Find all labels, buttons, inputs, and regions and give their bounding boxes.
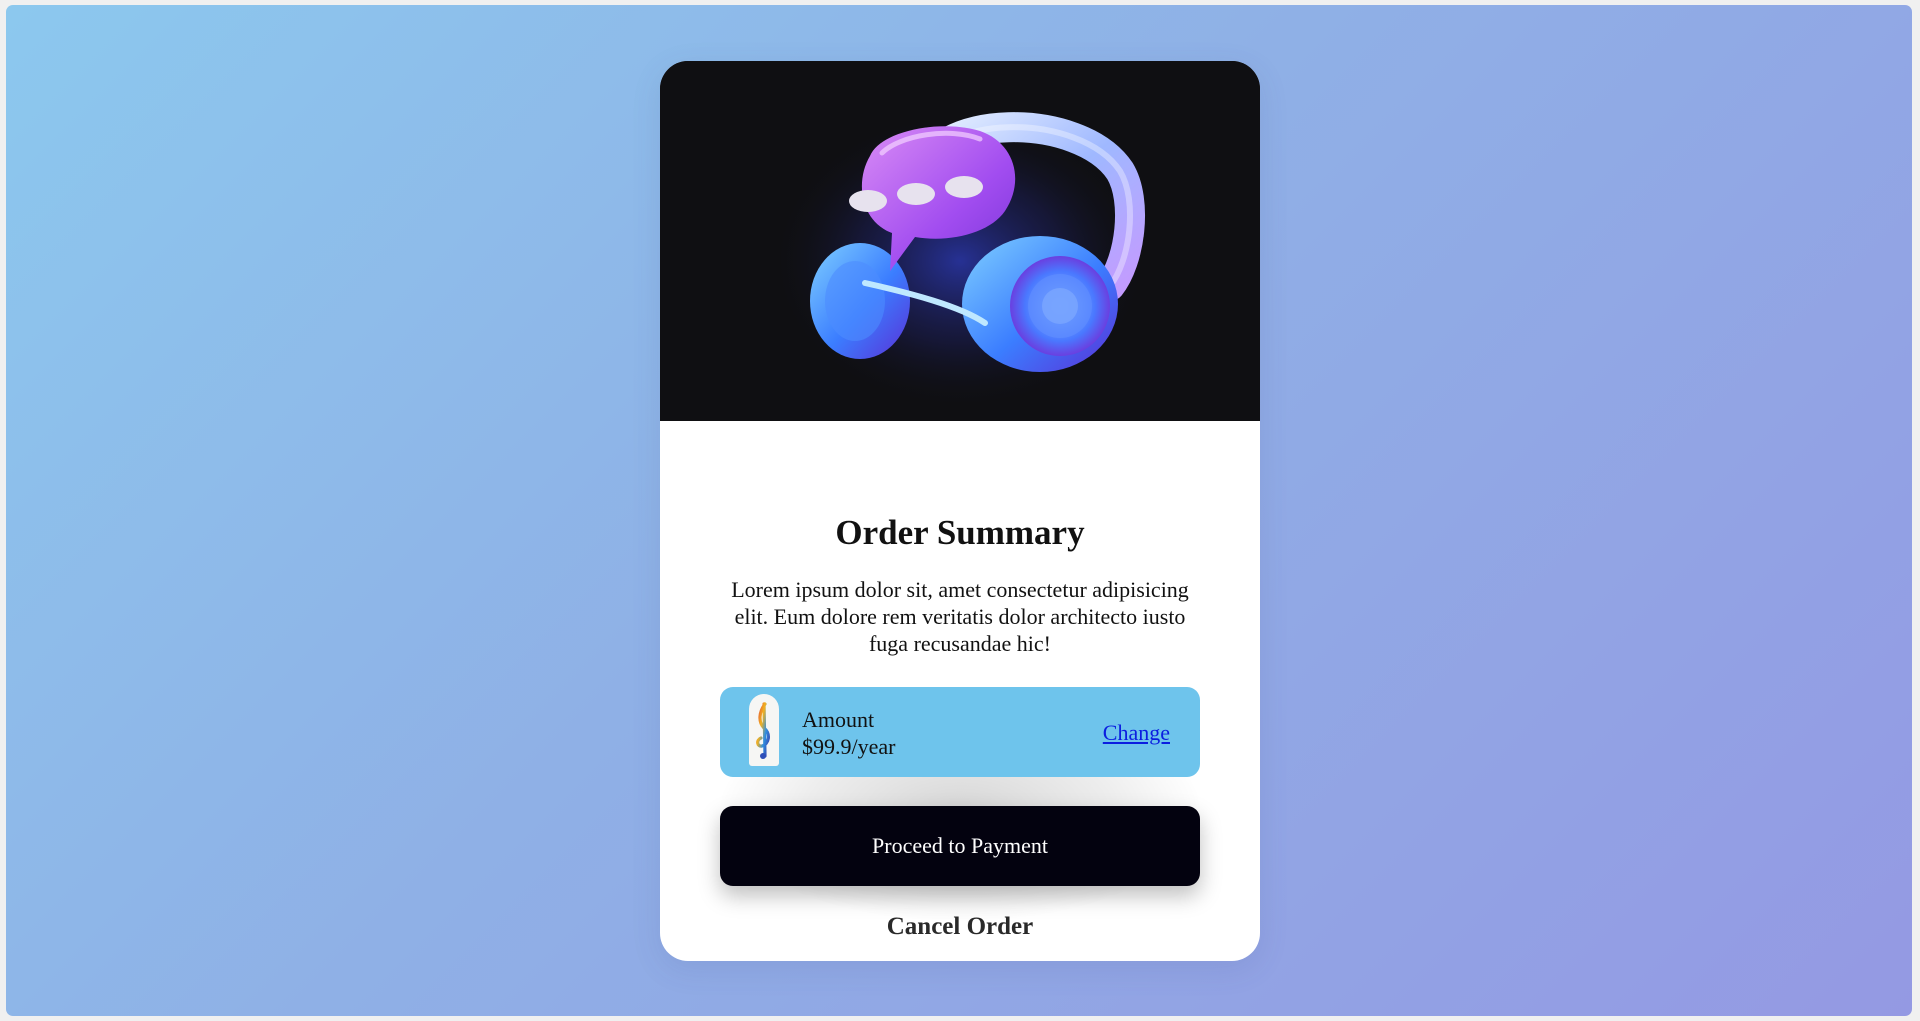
page-title: Order Summary bbox=[835, 513, 1085, 552]
order-summary-card: Order Summary Lorem ipsum dolor sit, ame… bbox=[660, 61, 1260, 961]
order-details: Order Summary Lorem ipsum dolor sit, ame… bbox=[660, 421, 1260, 961]
amount-label: Amount bbox=[802, 707, 875, 732]
page-background: Order Summary Lorem ipsum dolor sit, ame… bbox=[6, 5, 1912, 1016]
hero-image bbox=[660, 61, 1260, 421]
order-description: Lorem ipsum dolor sit, amet consectetur … bbox=[731, 577, 1189, 656]
amount-price: $99.9/year bbox=[802, 734, 896, 759]
headphones-chat-illustration bbox=[660, 61, 1260, 421]
music-note-icon bbox=[749, 694, 779, 766]
change-plan-link[interactable]: Change bbox=[1103, 719, 1170, 746]
cancel-order-button[interactable]: Cancel Order bbox=[860, 907, 1060, 947]
proceed-to-payment-button[interactable]: Proceed to Payment bbox=[720, 806, 1200, 886]
amount-panel: Amount $99.9/year Change bbox=[720, 687, 1200, 777]
